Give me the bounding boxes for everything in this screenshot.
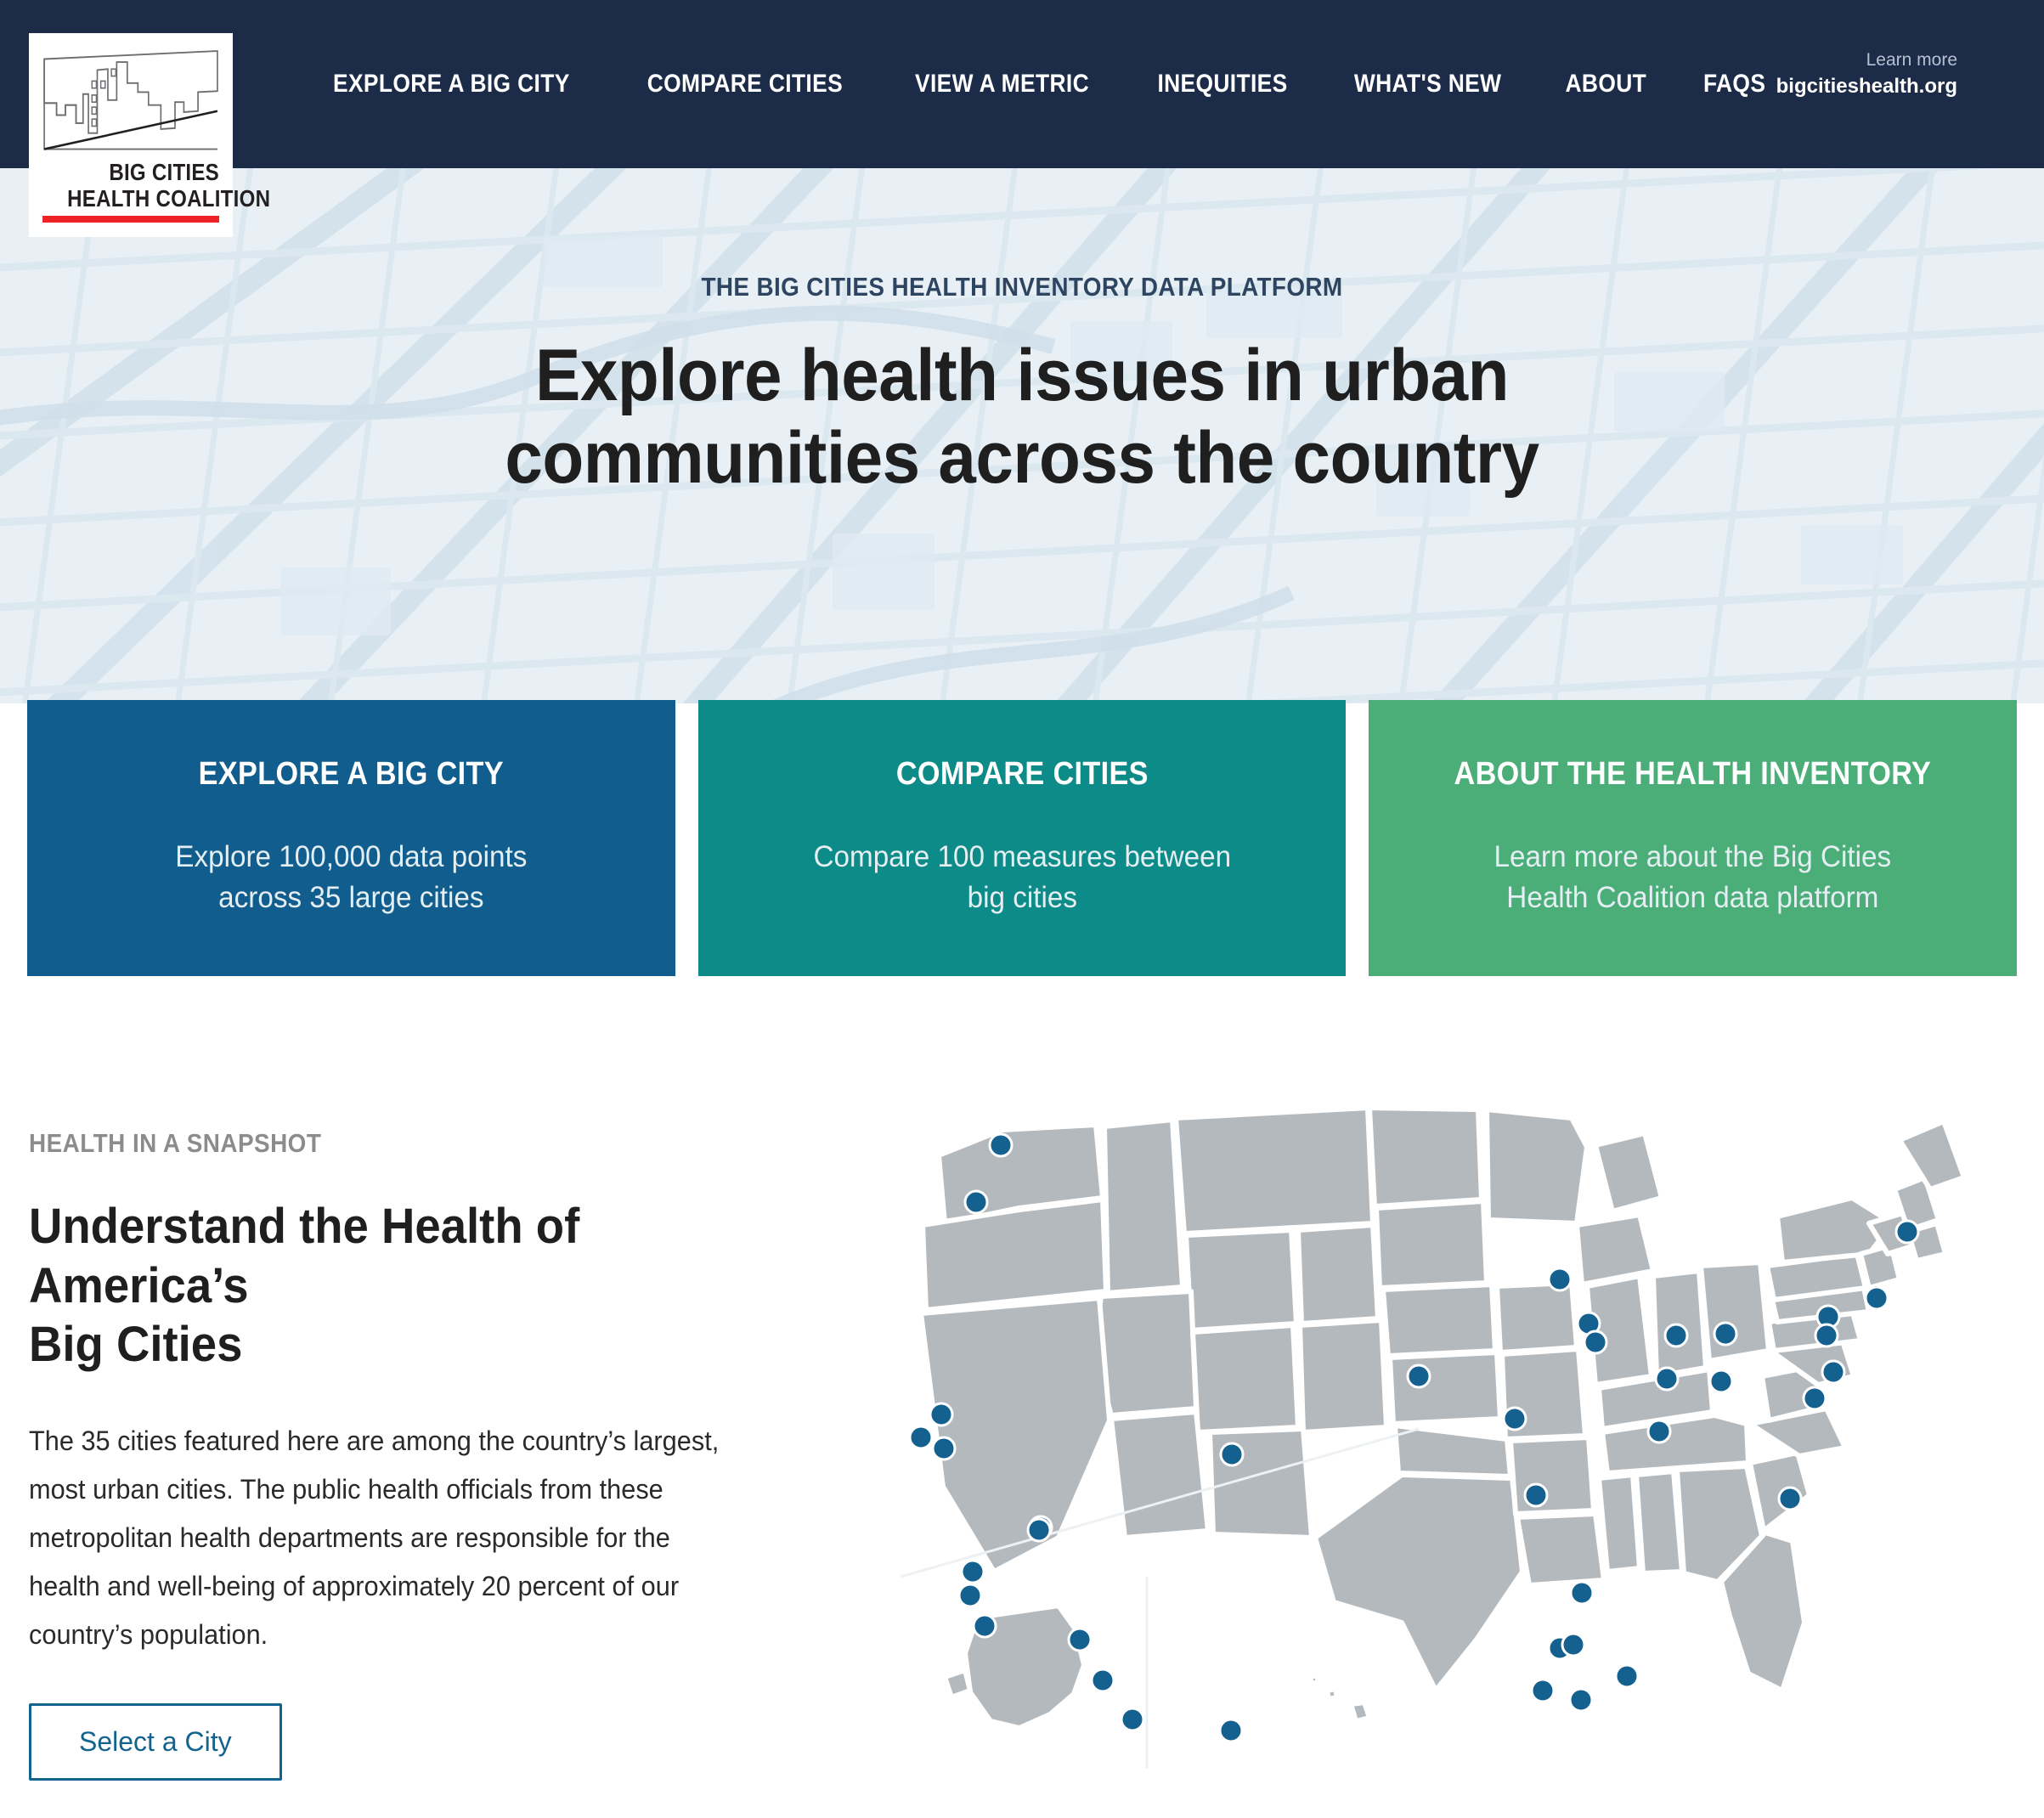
learn-more-label: Learn more xyxy=(1866,50,1957,70)
nav-item-whats-new[interactable]: WHAT'S NEW xyxy=(1334,70,1523,99)
card-title-about: ABOUT THE HEALTH INVENTORY xyxy=(1454,756,1932,792)
city-marker xyxy=(1120,1707,1145,1732)
city-marker xyxy=(1583,1330,1608,1355)
card-desc-explore: Explore 100,000 data points across 35 la… xyxy=(43,837,659,919)
snapshot-title: Understand the Health of America’s Big C… xyxy=(29,1197,748,1375)
site-logo[interactable]: BIG CITIES HEALTH COALITION xyxy=(29,33,271,237)
snapshot-body-text: The 35 cities featured here are among th… xyxy=(29,1425,720,1650)
city-marker xyxy=(963,1189,989,1215)
snapshot-kicker: HEALTH IN A SNAPSHOT xyxy=(29,1128,322,1158)
city-marker xyxy=(1654,1366,1680,1392)
card-desc-line-1: Compare 100 measures between xyxy=(813,840,1231,873)
city-marker xyxy=(972,1613,997,1639)
card-about-the-health-inventory[interactable]: ABOUT THE HEALTH INVENTORY Learn more ab… xyxy=(1369,700,2018,976)
city-marker xyxy=(1502,1406,1527,1431)
quick-link-cards: EXPLORE A BIG CITY Explore 100,000 data … xyxy=(27,700,2018,976)
hero-content: THE BIG CITIES HEALTH INVENTORY DATA PLA… xyxy=(0,168,2044,500)
city-marker xyxy=(1547,1267,1573,1292)
nav-item-about[interactable]: ABOUT xyxy=(1544,70,1668,99)
hero-title-line-1: Explore health issues in urban xyxy=(534,335,1510,416)
city-marker xyxy=(1864,1285,1889,1311)
us-map-with-city-markers[interactable] xyxy=(892,1096,2013,1776)
nav-item-compare-cities[interactable]: COMPARE CITIES xyxy=(626,70,864,99)
nav-learn-more-block: Learn more bigcitieshealth.org xyxy=(1776,49,1957,99)
city-marker xyxy=(1569,1580,1595,1606)
hero-title: Explore health issues in urban communiti… xyxy=(0,335,2044,500)
city-marker xyxy=(1713,1321,1738,1347)
health-snapshot-section: HEALTH IN A SNAPSHOT Understand the Heal… xyxy=(0,1096,2044,1818)
site-url-link[interactable]: bigcitieshealth.org xyxy=(1776,74,1957,99)
nav-item-inequities[interactable]: INEQUITIES xyxy=(1137,70,1308,99)
city-marker xyxy=(1614,1663,1640,1689)
card-desc-line-1: Learn more about the Big Cities xyxy=(1493,840,1892,873)
city-marker xyxy=(908,1425,934,1450)
card-desc-line-1: Explore 100,000 data points xyxy=(175,840,528,873)
nav-link-list: EXPLORE A BIG CITY COMPARE CITIES VIEW A… xyxy=(293,0,1794,168)
snapshot-title-line-2: Big Cities xyxy=(29,1317,243,1373)
nav-item-explore-a-big-city[interactable]: EXPLORE A BIG CITY xyxy=(312,70,590,99)
hero-section: THE BIG CITIES HEALTH INVENTORY DATA PLA… xyxy=(0,168,2044,703)
city-marker xyxy=(931,1436,957,1461)
card-title-compare: COMPARE CITIES xyxy=(895,756,1149,792)
city-marker xyxy=(1561,1632,1586,1657)
top-navigation-bar: EXPLORE A BIG CITY COMPARE CITIES VIEW A… xyxy=(0,0,2044,168)
city-marker xyxy=(1523,1482,1549,1508)
logo-line-1: BIG CITIES xyxy=(109,159,219,185)
card-title-explore: EXPLORE A BIG CITY xyxy=(198,756,504,792)
card-explore-a-big-city[interactable]: EXPLORE A BIG CITY Explore 100,000 data … xyxy=(27,700,675,976)
city-marker xyxy=(1568,1687,1594,1713)
snapshot-title-line-1: Understand the Health of America’s xyxy=(29,1199,580,1313)
city-marker xyxy=(957,1583,983,1608)
select-a-city-button[interactable]: Select a City xyxy=(29,1702,282,1781)
card-desc-line-2: Health Coalition data platform xyxy=(1506,881,1879,915)
hero-kicker: THE BIG CITIES HEALTH INVENTORY DATA PLA… xyxy=(701,272,1343,302)
city-marker xyxy=(960,1559,985,1584)
logo-line-2: HEALTH COALITION xyxy=(67,185,271,212)
city-marker xyxy=(1530,1678,1556,1703)
city-marker xyxy=(1663,1323,1689,1348)
city-marker xyxy=(1802,1386,1827,1411)
city-marker xyxy=(1777,1486,1803,1511)
city-marker xyxy=(1067,1627,1093,1652)
logo-wordmark: BIG CITIES HEALTH COALITION xyxy=(42,159,271,223)
city-skyline-chart-icon xyxy=(42,45,219,157)
nav-item-view-a-metric[interactable]: VIEW A METRIC xyxy=(895,70,1110,99)
card-desc-compare: Compare 100 measures between big cities xyxy=(714,837,1330,919)
city-marker xyxy=(1219,1442,1245,1467)
card-desc-about: Learn more about the Big Cities Health C… xyxy=(1385,837,2001,919)
city-marker xyxy=(988,1132,1014,1158)
city-marker xyxy=(1090,1668,1115,1693)
card-desc-line-2: big cities xyxy=(967,881,1077,915)
city-marker xyxy=(1646,1419,1672,1444)
city-marker xyxy=(1708,1369,1734,1394)
city-marker xyxy=(1218,1718,1244,1743)
hero-title-line-2: communities across the country xyxy=(505,417,1539,500)
city-marker xyxy=(1406,1364,1431,1389)
logo-red-rule xyxy=(42,216,219,223)
card-compare-cities[interactable]: COMPARE CITIES Compare 100 measures betw… xyxy=(697,700,1347,976)
card-desc-line-2: across 35 large cities xyxy=(218,881,484,915)
city-marker xyxy=(1894,1219,1920,1245)
city-marker xyxy=(1821,1359,1846,1385)
nav-item-faqs[interactable]: FAQS xyxy=(1683,70,1787,99)
city-marker xyxy=(1026,1517,1052,1543)
snapshot-text-column: HEALTH IN A SNAPSHOT Understand the Heal… xyxy=(29,1128,793,1781)
city-marker xyxy=(1814,1323,1839,1348)
city-marker xyxy=(929,1402,954,1427)
